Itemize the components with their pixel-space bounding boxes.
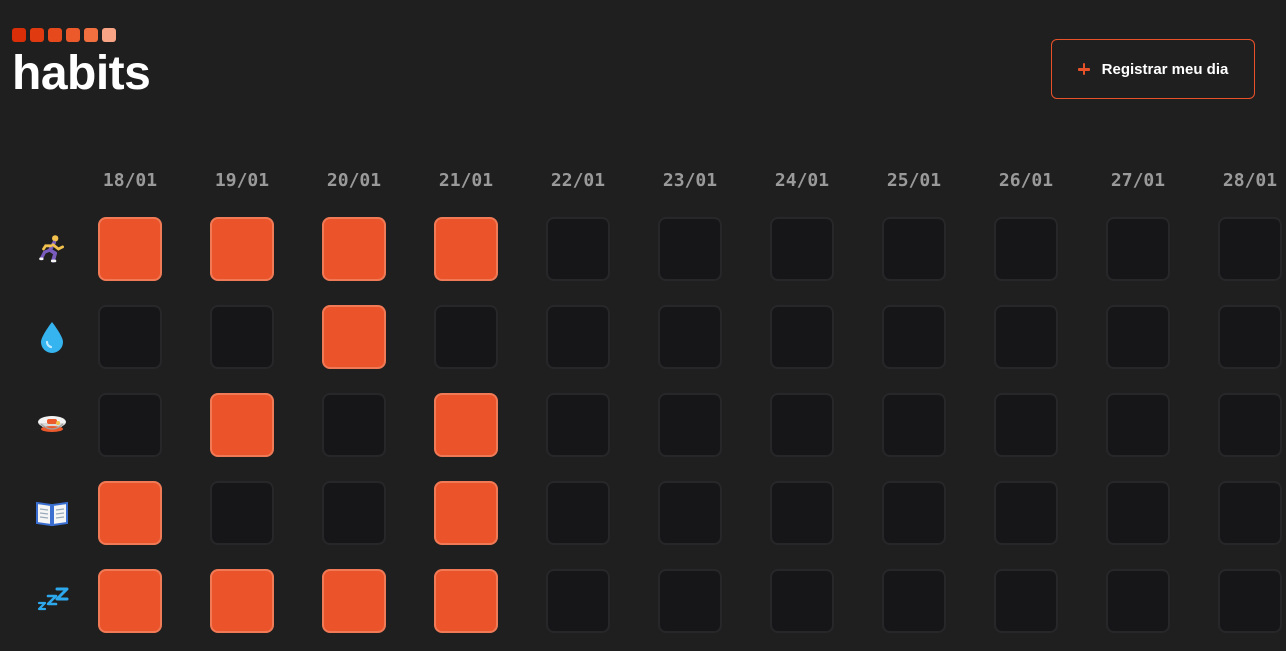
habit-cell-empty[interactable] <box>1218 217 1282 281</box>
date-header: 27/01 <box>1110 170 1166 191</box>
date-header: 28/01 <box>1222 170 1278 191</box>
logo-square <box>48 28 62 42</box>
water-droplet-icon <box>32 317 72 357</box>
habit-cell-empty[interactable] <box>882 217 946 281</box>
habit-cell-empty[interactable] <box>98 305 162 369</box>
habit-cell-empty[interactable] <box>434 305 498 369</box>
logo-square <box>66 28 80 42</box>
habit-cell-empty[interactable] <box>882 305 946 369</box>
habit-cell-empty[interactable] <box>322 481 386 545</box>
habit-cell-completed[interactable] <box>322 217 386 281</box>
habits-page: habits Registrar meu dia 18/01 19/01 20/01… <box>0 0 1286 651</box>
habit-cell-empty[interactable] <box>994 393 1058 457</box>
habit-cell-empty[interactable] <box>994 481 1058 545</box>
habit-cell-empty[interactable] <box>770 305 834 369</box>
zzz-sleep-icon <box>32 581 72 621</box>
habit-cell-empty[interactable] <box>1218 569 1282 633</box>
habit-cell-empty[interactable] <box>322 393 386 457</box>
habit-cell-completed[interactable] <box>322 569 386 633</box>
habit-cell-empty[interactable] <box>1218 305 1282 369</box>
habit-cell-empty[interactable] <box>98 393 162 457</box>
logo-square <box>12 28 26 42</box>
logo-square <box>102 28 116 42</box>
habit-cell-completed[interactable] <box>434 217 498 281</box>
date-header: 22/01 <box>550 170 606 191</box>
date-header: 20/01 <box>326 170 382 191</box>
habit-cell-empty[interactable] <box>658 305 722 369</box>
habit-cell-empty[interactable] <box>546 217 610 281</box>
habit-cell-empty[interactable] <box>658 217 722 281</box>
habit-cell-empty[interactable] <box>1106 305 1170 369</box>
date-header: 18/01 <box>102 170 158 191</box>
app-logo: habits <box>12 28 151 98</box>
open-book-icon <box>32 493 72 533</box>
habit-cell-completed[interactable] <box>210 393 274 457</box>
register-day-button[interactable]: Registrar meu dia <box>1051 39 1255 99</box>
habit-cell-empty[interactable] <box>994 305 1058 369</box>
logo-square <box>84 28 98 42</box>
habit-cell-empty[interactable] <box>770 217 834 281</box>
habit-cell-empty[interactable] <box>770 393 834 457</box>
habit-cell-empty[interactable] <box>1106 569 1170 633</box>
habit-cell-empty[interactable] <box>770 569 834 633</box>
habit-cell-empty[interactable] <box>546 305 610 369</box>
habit-cell-empty[interactable] <box>882 481 946 545</box>
habit-cell-empty[interactable] <box>658 569 722 633</box>
habit-cell-completed[interactable] <box>98 481 162 545</box>
plus-icon <box>1077 63 1090 75</box>
habit-cell-empty[interactable] <box>1218 393 1282 457</box>
habit-cell-empty[interactable] <box>1106 481 1170 545</box>
habit-cell-empty[interactable] <box>658 481 722 545</box>
habit-cell-empty[interactable] <box>210 481 274 545</box>
app-title: habits <box>12 47 151 100</box>
habit-cell-empty[interactable] <box>1106 393 1170 457</box>
habit-cell-empty[interactable] <box>994 569 1058 633</box>
habit-cell-empty[interactable] <box>882 569 946 633</box>
habit-cell-empty[interactable] <box>770 481 834 545</box>
habit-cell-empty[interactable] <box>658 393 722 457</box>
date-header: 19/01 <box>214 170 270 191</box>
habit-cell-completed[interactable] <box>210 569 274 633</box>
habit-cell-completed[interactable] <box>434 569 498 633</box>
habit-cell-completed[interactable] <box>434 481 498 545</box>
habit-cell-completed[interactable] <box>322 305 386 369</box>
habit-cell-completed[interactable] <box>434 393 498 457</box>
habit-cell-completed[interactable] <box>98 569 162 633</box>
date-header: 23/01 <box>662 170 718 191</box>
register-day-button-label: Registrar meu dia <box>1101 60 1229 78</box>
date-header: 25/01 <box>886 170 942 191</box>
logo-square <box>30 28 44 42</box>
habit-cell-empty[interactable] <box>1106 217 1170 281</box>
habit-cell-empty[interactable] <box>546 481 610 545</box>
habit-cell-completed[interactable] <box>210 217 274 281</box>
date-header: 21/01 <box>438 170 494 191</box>
logo-squares <box>12 28 116 42</box>
habit-cell-empty[interactable] <box>1218 481 1282 545</box>
habit-cell-empty[interactable] <box>546 569 610 633</box>
date-header: 26/01 <box>998 170 1054 191</box>
habit-cell-empty[interactable] <box>210 305 274 369</box>
date-header: 24/01 <box>774 170 830 191</box>
food-bowl-icon <box>32 405 72 445</box>
habit-cell-empty[interactable] <box>546 393 610 457</box>
habit-cell-completed[interactable] <box>98 217 162 281</box>
running-person-icon <box>32 229 72 269</box>
habit-cell-empty[interactable] <box>882 393 946 457</box>
habit-cell-empty[interactable] <box>994 217 1058 281</box>
